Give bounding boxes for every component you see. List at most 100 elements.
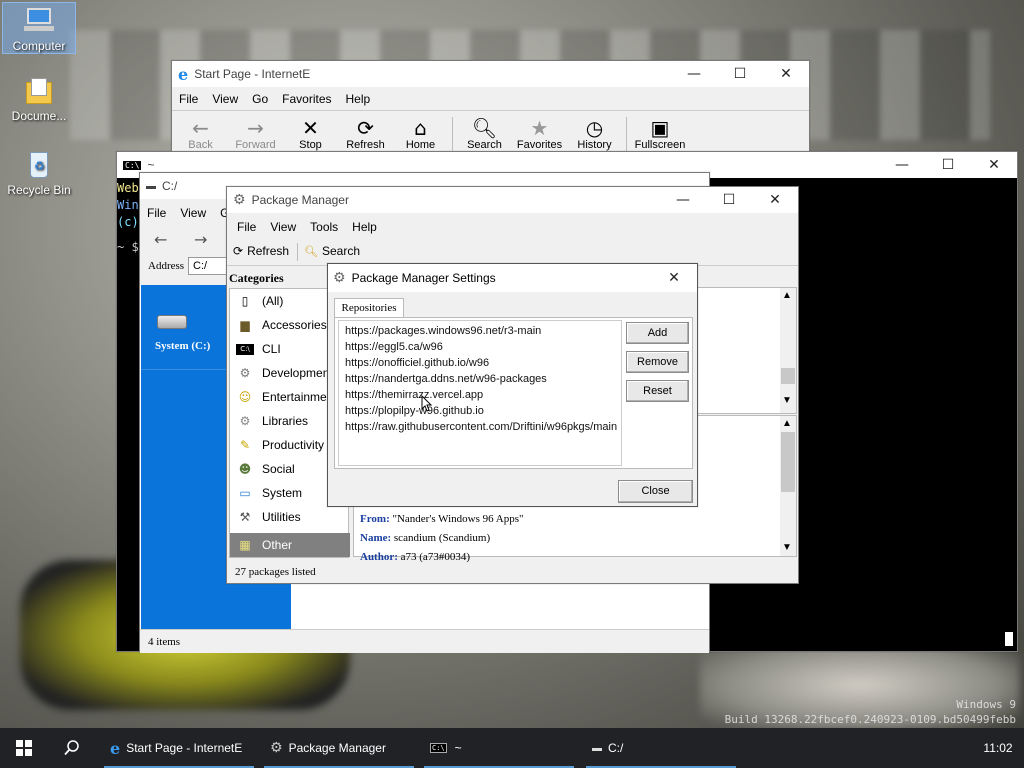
- reset-button[interactable]: Reset: [626, 380, 689, 402]
- productivity-icon: ✎: [239, 438, 251, 452]
- pm-menubar: File View Tools Help: [230, 220, 798, 234]
- toolbar-separator: [626, 117, 627, 153]
- remove-button[interactable]: Remove: [626, 351, 689, 373]
- ie-title: Start Page - InternetE: [194, 67, 311, 81]
- development-icon: ⚙: [239, 366, 251, 380]
- menu-view[interactable]: View: [173, 206, 213, 220]
- category-other[interactable]: ▦ Other: [230, 533, 350, 557]
- ie-icon: e: [110, 738, 121, 758]
- scroll-thumb[interactable]: [781, 368, 795, 384]
- desktop-icon-documents[interactable]: Docume...: [2, 76, 76, 122]
- menu-view[interactable]: View: [263, 220, 303, 234]
- taskbar-item-package-manager[interactable]: ⚙ Package Manager: [264, 728, 414, 768]
- desktop-icon-recycle-bin[interactable]: ♻ Recycle Bin: [2, 150, 76, 196]
- menu-file[interactable]: File: [172, 92, 205, 106]
- minimize-button[interactable]: —: [671, 66, 717, 82]
- detail-author: Author: a73 (a73#0034): [360, 551, 470, 563]
- pm-title: Package Manager: [251, 193, 349, 207]
- social-icon: ☻: [238, 462, 252, 476]
- close-button[interactable]: ✕: [752, 192, 798, 208]
- terminal-icon: C:\: [123, 160, 142, 170]
- tab-repositories[interactable]: Repositories: [334, 298, 404, 318]
- favorites-icon: ★: [530, 116, 549, 140]
- terminal-output: Web Win (c) ~ $: [117, 181, 139, 254]
- detail-from: From: "Nander's Windows 96 Apps": [360, 513, 524, 525]
- taskbar-item-terminal[interactable]: C:\ ~: [424, 728, 574, 768]
- toolbar-separator: [297, 243, 298, 261]
- recycle-bin-icon: ♻: [23, 150, 55, 180]
- close-button[interactable]: ✕: [971, 157, 1017, 173]
- other-icon: ▦: [239, 538, 251, 552]
- terminal-cursor: [1005, 632, 1013, 646]
- menu-help[interactable]: Help: [345, 220, 384, 234]
- menu-help[interactable]: Help: [339, 92, 378, 106]
- taskbar-item-explorer[interactable]: ▬ C:/: [586, 728, 736, 768]
- taskbar-clock[interactable]: 11:02: [976, 728, 1020, 768]
- address-label: Address: [148, 260, 185, 272]
- drive-icon: ▬: [592, 742, 602, 754]
- menu-tools[interactable]: Tools: [303, 220, 345, 234]
- detail-name: Name: scandium (Scandium): [360, 532, 491, 544]
- start-button[interactable]: [0, 728, 48, 768]
- details-scrollbar[interactable]: ▲ ▼: [780, 416, 796, 556]
- repo-item[interactable]: https://eggl5.ca/w96: [345, 339, 443, 355]
- package-manager-icon: ⚙: [233, 192, 246, 208]
- forward-button[interactable]: →: [194, 230, 207, 249]
- settings-dialog[interactable]: ⚙ Package Manager Settings ✕ Repositorie…: [327, 263, 698, 507]
- minimize-button[interactable]: —: [660, 192, 706, 208]
- entertainment-icon: ☺: [238, 390, 252, 404]
- scroll-thumb[interactable]: [781, 432, 795, 492]
- repo-item[interactable]: https://onofficiel.github.io/w96: [345, 355, 489, 371]
- repo-item[interactable]: https://raw.githubusercontent.com/Drifti…: [345, 419, 617, 435]
- package-list-scrollbar[interactable]: ▲ ▼: [780, 288, 796, 413]
- system-drive-label[interactable]: System (C:): [155, 340, 210, 352]
- ie-icon: e: [178, 64, 189, 84]
- close-button[interactable]: ✕: [763, 66, 809, 82]
- scroll-up-icon: ▲: [782, 418, 792, 429]
- desktop-icon-computer[interactable]: Computer: [2, 2, 76, 54]
- settings-titlebar[interactable]: ⚙ Package Manager Settings ✕: [328, 264, 697, 292]
- windows-logo-icon: [16, 740, 32, 756]
- menu-file[interactable]: File: [140, 206, 173, 220]
- close-dialog-button[interactable]: Close: [618, 480, 693, 503]
- drive-icon: ▬: [146, 180, 156, 192]
- repo-item[interactable]: https://plopilpy-w96.github.io: [345, 403, 484, 419]
- menu-view[interactable]: View: [205, 92, 245, 106]
- ie-window[interactable]: e Start Page - InternetE — ☐ ✕ File View…: [171, 60, 810, 160]
- category-utilities[interactable]: ⚒ Utilities: [230, 505, 350, 529]
- build-watermark: Build 13268.22fbcef0.240923-0109.bd50499…: [724, 713, 1016, 726]
- repositories-list[interactable]: https://packages.windows96.net/r3-main h…: [338, 320, 622, 466]
- back-arrow-icon: ←: [192, 116, 209, 140]
- search-icon: [64, 740, 79, 756]
- back-button[interactable]: ←: [154, 230, 167, 249]
- menu-favorites[interactable]: Favorites: [275, 92, 338, 106]
- package-manager-icon: ⚙: [270, 740, 283, 756]
- menu-go[interactable]: Go: [245, 92, 275, 106]
- pm-titlebar[interactable]: ⚙ Package Manager — ☐ ✕: [227, 187, 798, 213]
- maximize-button[interactable]: ☐: [717, 66, 763, 82]
- fullscreen-icon: ▣: [650, 116, 670, 140]
- settings-gear-icon: ⚙: [333, 270, 346, 286]
- search-icon: 🔍︎: [471, 116, 498, 140]
- repo-item[interactable]: https://packages.windows96.net/r3-main: [345, 323, 541, 339]
- all-icon: ▯: [241, 294, 249, 308]
- close-button[interactable]: ✕: [651, 270, 697, 286]
- maximize-button[interactable]: ☐: [706, 192, 752, 208]
- home-icon: ⌂: [414, 116, 427, 140]
- settings-title: Package Manager Settings: [351, 271, 496, 285]
- repositories-panel: https://packages.windows96.net/r3-main h…: [334, 317, 693, 469]
- taskbar-search-button[interactable]: [48, 728, 96, 768]
- forward-arrow-icon: →: [247, 116, 264, 140]
- repo-item[interactable]: https://nandertga.ddns.net/w96-packages: [345, 371, 547, 387]
- pm-refresh-button[interactable]: ⟳ Refresh: [233, 244, 289, 258]
- utilities-icon: ⚒: [239, 510, 251, 524]
- ie-titlebar[interactable]: e Start Page - InternetE — ☐ ✕: [172, 61, 809, 87]
- menu-file[interactable]: File: [230, 220, 263, 234]
- pm-search-button[interactable]: 🔍︎ Search: [304, 244, 360, 258]
- repo-item[interactable]: https://themirrazz.vercel.app: [345, 387, 483, 403]
- add-button[interactable]: Add: [626, 322, 689, 344]
- taskbar-item-ie[interactable]: e Start Page - InternetE: [104, 728, 254, 768]
- minimize-button[interactable]: —: [879, 157, 925, 173]
- maximize-button[interactable]: ☐: [925, 157, 971, 173]
- drive-icon: [157, 315, 187, 329]
